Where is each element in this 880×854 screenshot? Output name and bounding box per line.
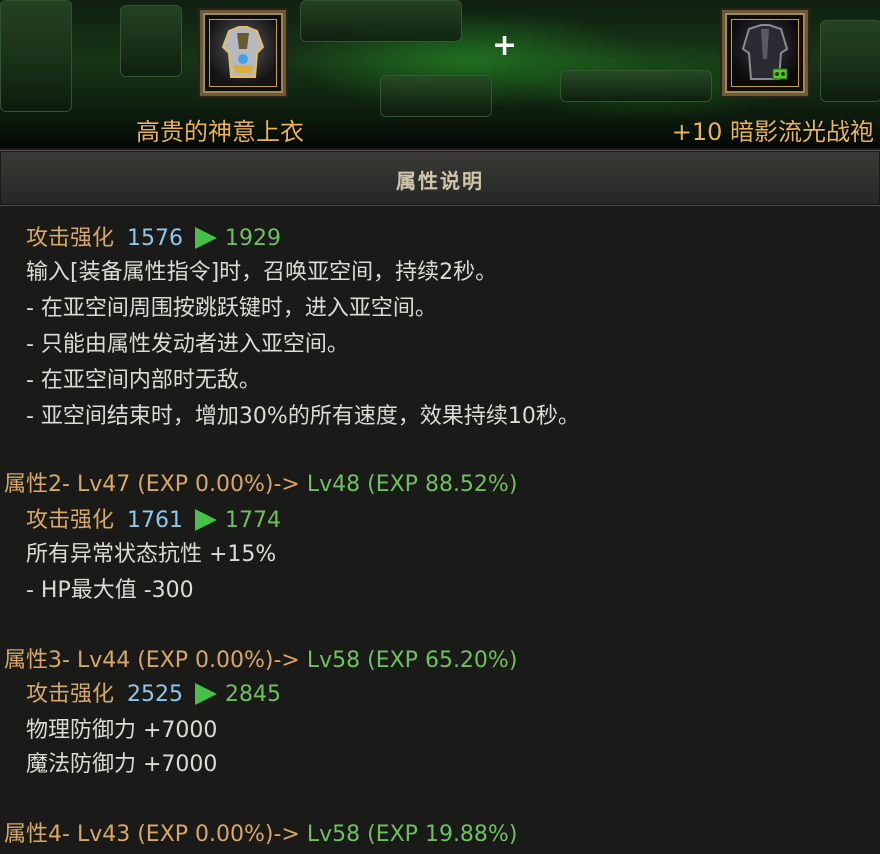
attr2-new-value: 1774 [225,508,282,533]
green-arrow-icon [195,227,218,249]
attr1-desc-line: 输入[装备属性指令]时，召唤亚空间，持续2秒。 [26,260,498,285]
attr3-level-text: 3- Lv44 (EXP 0.00%)-> [48,648,300,673]
attr3-level-line: 属性3- Lv44 (EXP 0.00%)-> Lv58 (EXP 65.20%… [4,646,517,676]
attr2-detail-line: 所有异常状态抗性 +15% [26,542,277,567]
banner-decoration [0,0,72,112]
attr2-level-text: 2- Lv47 (EXP 0.00%)-> [48,472,300,497]
noble-tunic-slot[interactable] [200,10,286,96]
attr3-new-value: 2845 [225,682,282,707]
attr3-new-level-text: Lv58 (EXP 65.20%) [299,648,518,673]
compare-plus-icon: + [492,28,518,63]
noble-tunic-icon [221,26,265,78]
banner-decoration [820,20,880,102]
attr1-stat-line: 攻击强化 1576 1929 [26,224,281,254]
attr2-detail-line: - HP最大值 -300 [26,578,194,603]
attr2-new-level-text: Lv48 (EXP 88.52%) [299,472,518,497]
attr4-prefix: 属性 [4,822,49,847]
attr1-stat-label: 攻击强化 [26,226,115,251]
attr2-old-value: 1761 [127,508,184,533]
left-item-name: 高贵的神意上衣 [136,118,304,146]
right-item-name: +10 暗影流光战袍 [671,118,874,146]
attr1-old-value: 1576 [127,226,184,251]
green-arrow-icon [195,509,218,531]
header-title: 属性说明 [396,169,484,193]
attr1-desc-line: - 在亚空间周围按跳跃键时，进入亚空间。 [26,296,437,321]
attribute-header-bar: 属性说明 [0,150,880,206]
attr3-stat-line: 攻击强化 2525 2845 [26,680,281,710]
attr4-level-line: 属性4- Lv43 (EXP 0.00%)-> Lv58 (EXP 19.88%… [4,820,517,850]
attr2-prefix: 属性 [4,472,49,497]
attr4-new-level-text: Lv58 (EXP 19.88%) [299,822,518,847]
attr3-detail-line: 物理防御力 +7000 [26,718,218,743]
shadow-robe-icon [741,24,789,80]
banner-decoration [120,5,182,77]
attr3-old-value: 2525 [127,682,184,707]
attr4-level-text: 4- Lv43 (EXP 0.00%)-> [48,822,300,847]
attr1-new-value: 1929 [225,226,282,251]
attr1-desc-line: - 在亚空间内部时无敌。 [26,368,261,393]
attr2-level-line: 属性2- Lv47 (EXP 0.00%)-> Lv48 (EXP 88.52%… [4,470,517,500]
shadow-robe-slot[interactable] [722,10,808,96]
attr2-stat-line: 攻击强化 1761 1774 [26,506,281,536]
banner-decoration [560,70,712,102]
attr2-stat-label: 攻击强化 [26,508,115,533]
attr1-desc-line: - 只能由属性发动者进入亚空间。 [26,332,349,357]
banner-decoration [380,75,492,117]
attr3-prefix: 属性 [4,648,49,673]
item-compare-banner: + 高贵的神意上衣 +10 暗影流光战袍 [0,0,880,148]
attr1-desc-line: - 亚空间结束时，增加30%的所有速度，效果持续10秒。 [26,404,580,429]
banner-decoration [300,0,462,42]
attr3-detail-line: 魔法防御力 +7000 [26,752,218,777]
attr3-stat-label: 攻击强化 [26,682,115,707]
green-arrow-icon [195,683,218,705]
